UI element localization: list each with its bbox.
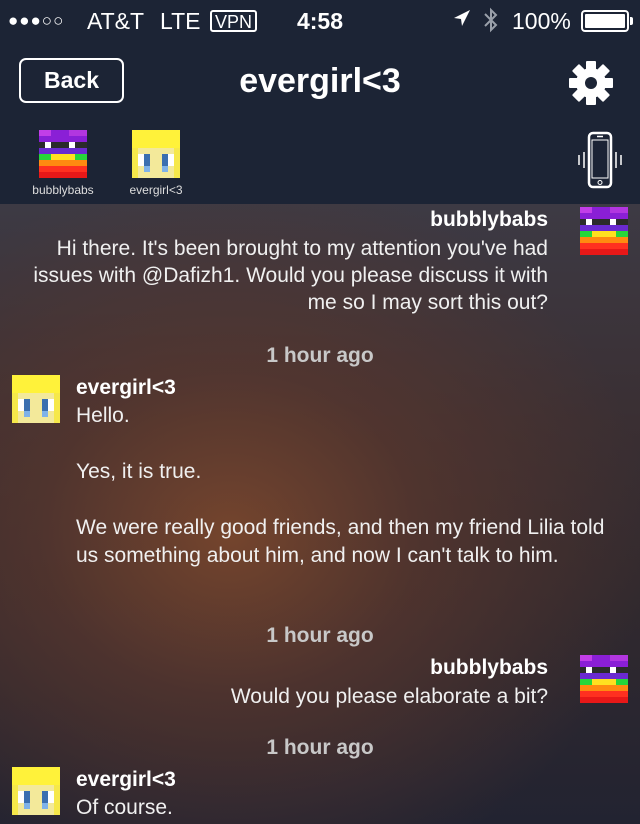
message-sender: bubblybabs xyxy=(430,208,548,231)
vibrating-phone-icon[interactable] xyxy=(576,130,624,190)
avatar-evergirl[interactable] xyxy=(12,767,60,815)
participant-bubblybabs[interactable]: bubblybabs xyxy=(18,130,108,197)
message-text: Would you please elaborate a bit? xyxy=(230,685,548,708)
gear-icon[interactable] xyxy=(567,59,615,107)
page-title: evergirl<3 xyxy=(239,62,401,100)
message-timestamp: 1 hour ago xyxy=(266,344,374,367)
avatar-bubblybabs[interactable] xyxy=(580,655,628,703)
app-header: ●●●○○ AT&T LTE VPN 4:58 100% Back evergi… xyxy=(0,0,640,204)
bluetooth-icon xyxy=(480,6,502,36)
avatar-evergirl xyxy=(132,130,180,178)
avatar-bubblybabs xyxy=(39,130,87,178)
location-arrow-icon xyxy=(452,6,472,36)
participant-label: evergirl<3 xyxy=(129,183,183,197)
avatar-evergirl[interactable] xyxy=(12,375,60,423)
avatar-bubblybabs[interactable] xyxy=(580,207,628,255)
message-evergirl: evergirl<3 Of course. xyxy=(12,767,632,824)
message-sender: evergirl<3 xyxy=(76,768,176,791)
message-evergirl: evergirl<3 Hello. Yes, it is true. We we… xyxy=(12,375,632,605)
message-bubblybabs: bubblybabs Would you please elaborate a … xyxy=(28,655,628,715)
battery-icon xyxy=(581,10,633,32)
message-sender: bubblybabs xyxy=(430,656,548,679)
message-timestamp: 1 hour ago xyxy=(266,736,374,759)
message-bubblybabs: bubblybabs Hi there. It's been brought t… xyxy=(28,207,628,317)
participant-label: bubblybabs xyxy=(32,183,94,197)
message-sender: evergirl<3 xyxy=(76,376,176,399)
message-timestamp: 1 hour ago xyxy=(266,624,374,647)
message-text: Hello. Yes, it is true. We were really g… xyxy=(76,404,605,567)
battery-percentage: 100% xyxy=(512,8,571,34)
participant-evergirl[interactable]: evergirl<3 xyxy=(111,130,201,197)
message-text: Hi there. It's been brought to my attent… xyxy=(33,237,548,314)
message-text: Of course. xyxy=(76,796,173,819)
